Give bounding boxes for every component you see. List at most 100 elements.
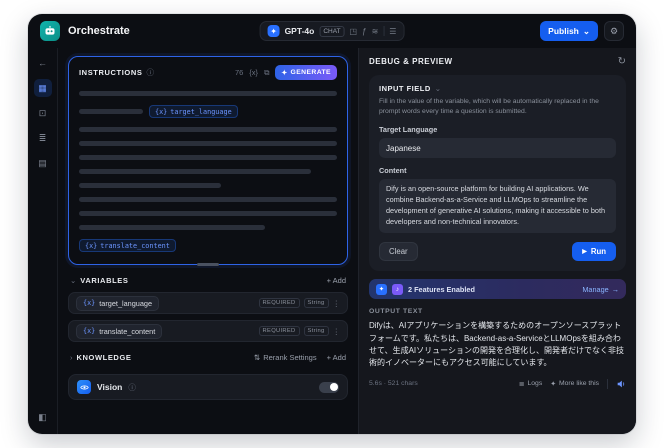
resize-handle[interactable]: [197, 263, 219, 266]
variable-row-right: REQUIRED String ⋮: [258, 326, 341, 336]
publish-button[interactable]: Publish ⌄: [540, 21, 598, 41]
field-label-content: Content: [379, 166, 407, 176]
variable-row[interactable]: {x} translate_content REQUIRED String ⋮: [68, 320, 348, 342]
more-icon[interactable]: ⋮: [333, 327, 341, 336]
knowledge-header[interactable]: › KNOWLEDGE ⇅ Rerank Settings + Add: [70, 353, 346, 362]
debug-panel: DEBUG & PREVIEW ↻ INPUT FIELD ⌄ Fill in …: [358, 48, 636, 434]
chevron-right-icon: ›: [70, 353, 73, 362]
feature-icon-1: ✦: [376, 283, 387, 295]
generate-button[interactable]: ✦ GENERATE: [275, 65, 337, 80]
instructions-title: INSTRUCTIONS: [79, 68, 143, 77]
grid-icon: ▦: [38, 82, 47, 93]
features-bar[interactable]: ✦ ♪ 2 Features Enabled Manage →: [369, 279, 626, 300]
gear-icon: ⚙: [609, 25, 619, 36]
variable-chip-target-language[interactable]: {x} target_language: [149, 105, 238, 118]
instructions-actions: 76 {x} ⧉ ✦ GENERATE: [235, 65, 337, 80]
sidebar-item-api[interactable]: ⊡: [34, 104, 52, 122]
variable-chip-translate-content[interactable]: {x} translate_content: [79, 239, 176, 252]
app-body: ← ▦ ⊡ ≣ ▤ ◧ INSTRUCTIONS ⓘ 76 {x} ⧉ ✦ GE…: [28, 48, 636, 434]
required-badge: REQUIRED: [258, 326, 300, 336]
doc-icon: ▤: [38, 157, 47, 168]
variable-icon: {x}: [83, 299, 96, 307]
vision-capability-icon: ◳: [349, 26, 358, 36]
chevron-down-icon: ⌄: [70, 276, 77, 285]
copy-icon[interactable]: ⧉: [264, 68, 269, 78]
back-icon: ←: [38, 58, 47, 68]
vision-toggle[interactable]: [319, 381, 339, 393]
skeleton-line: [79, 141, 337, 146]
rerank-settings-button[interactable]: ⇅ Rerank Settings: [254, 353, 317, 362]
add-knowledge-button[interactable]: + Add: [327, 353, 346, 362]
info-icon: ⓘ: [128, 382, 136, 392]
logs-icon: ≣: [518, 380, 525, 388]
skeleton-line: [79, 127, 337, 132]
sidebar-item-docs[interactable]: ▤: [34, 154, 52, 172]
type-badge[interactable]: String: [303, 326, 329, 336]
list-icon: ≣: [38, 132, 47, 143]
speaker-icon: [617, 380, 625, 388]
variable-icon: {x}: [155, 107, 168, 116]
skeleton-line: [79, 197, 337, 202]
skeleton-line: [79, 183, 221, 188]
footer-divider: [607, 378, 608, 389]
target-language-input[interactable]: [379, 138, 616, 159]
skeleton-line: [79, 225, 265, 230]
speaker-button[interactable]: [616, 379, 626, 389]
more-icon[interactable]: ⋮: [333, 299, 341, 308]
header-right: Publish ⌄ ⚙: [540, 21, 624, 41]
input-field-header[interactable]: INPUT FIELD ⌄: [379, 84, 616, 93]
refresh-button[interactable]: ↻: [618, 56, 626, 67]
skeleton-line: [79, 169, 312, 174]
back-button[interactable]: ←: [34, 54, 52, 72]
sidebar-item-logs[interactable]: ≣: [34, 129, 52, 147]
chevron-down-icon: ⌄: [434, 84, 442, 93]
instructions-card[interactable]: INSTRUCTIONS ⓘ 76 {x} ⧉ ✦ GENERATE {x} t…: [68, 56, 348, 266]
manage-features-button[interactable]: Manage →: [582, 285, 619, 294]
variable-icon: {x}: [83, 327, 96, 335]
more-like-this-button[interactable]: ✦ More like this: [550, 380, 599, 388]
variables-title: VARIABLES: [80, 276, 129, 285]
clear-button[interactable]: Clear: [379, 242, 418, 262]
logs-button[interactable]: ≣ Logs: [519, 380, 542, 388]
prompt-line: [79, 225, 337, 230]
model-params-icon[interactable]: ☰: [389, 27, 396, 36]
model-chip-divider: [383, 26, 385, 36]
input-field-card: INPUT FIELD ⌄ Fill in the value of the v…: [369, 75, 626, 272]
logs-label: Logs: [527, 380, 543, 388]
output-footer: 5.6s · 521 chars ≣ Logs ✦ More like this: [369, 378, 626, 389]
variable-pill: {x} target_language: [76, 295, 160, 311]
vision-card: Vision ⓘ: [68, 374, 348, 400]
app-logo-icon[interactable]: [40, 21, 60, 41]
model-selector[interactable]: ✦ GPT-4o CHAT ◳ ƒ ≋ ☰: [259, 21, 405, 41]
output-section: OUTPUT TEXT Difyは、AIアプリケーションを構築するためのオープン…: [369, 308, 626, 389]
debug-header: DEBUG & PREVIEW ↻: [369, 56, 626, 67]
generate-label: GENERATE: [290, 69, 331, 76]
prompt-line: [79, 197, 337, 202]
variable-row[interactable]: {x} target_language REQUIRED String ⋮: [68, 292, 348, 314]
add-variable-button[interactable]: + Add: [327, 276, 346, 285]
model-name: GPT-4o: [284, 26, 315, 36]
variable-pill: {x} translate_content: [76, 323, 163, 339]
panel-toggle-button[interactable]: ◧: [34, 408, 52, 426]
variable-chip-label: translate_content: [100, 241, 170, 250]
skeleton-line: [79, 211, 337, 216]
run-label: Run: [590, 247, 606, 257]
app-window: Orchestrate ✦ GPT-4o CHAT ◳ ƒ ≋ ☰ Publis…: [28, 14, 636, 434]
sidebar-item-orchestrate[interactable]: ▦: [33, 79, 52, 97]
variables-header[interactable]: ⌄ VARIABLES + Add: [70, 276, 346, 285]
model-provider-icon: ✦: [267, 25, 280, 37]
prompt-line: [79, 211, 337, 216]
type-badge[interactable]: String: [303, 298, 329, 308]
settings-button[interactable]: ⚙: [604, 21, 624, 41]
content-textarea[interactable]: [379, 179, 616, 234]
page-title: Orchestrate: [68, 25, 130, 37]
skeleton-line: [79, 109, 143, 114]
prompt-line: [79, 183, 337, 188]
variables-actions: + Add: [327, 276, 346, 285]
run-button[interactable]: ▶ Run: [572, 242, 616, 262]
insert-variable-icon[interactable]: {x}: [249, 68, 258, 77]
eye-icon: [77, 380, 91, 394]
field-label-target-language: Target Language: [379, 124, 438, 134]
prompt-line: [79, 127, 337, 132]
output-meta: 5.6s · 521 chars: [369, 380, 418, 388]
